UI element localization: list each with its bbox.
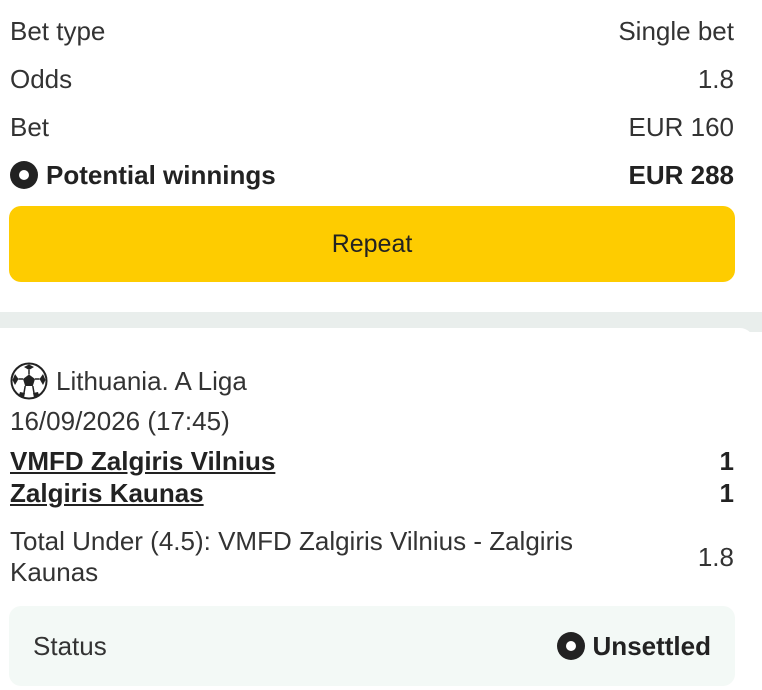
bet-amount-value: EUR 160 <box>628 111 735 142</box>
potential-winnings-value: EUR 288 <box>628 159 735 190</box>
bet-type-label: Bet type <box>10 15 106 46</box>
bet-amount-row: Bet EUR 160 <box>10 110 734 144</box>
soccer-ball-icon <box>10 362 48 400</box>
league-name: Lithuania. A Liga <box>56 365 247 396</box>
event-datetime: 16/09/2026 (17:45) <box>10 406 230 436</box>
potential-winnings-label-group: Potential winnings <box>10 160 276 191</box>
bet-summary: Bet type Single bet Odds 1.8 Bet EUR 160… <box>0 0 762 312</box>
radio-dot-icon <box>556 632 585 660</box>
odds-row: Odds 1.8 <box>10 62 734 96</box>
radio-dot-icon <box>10 161 38 189</box>
bet-amount-label: Bet <box>10 111 50 142</box>
team-row-away: Zalgiris Kaunas 1 <box>10 478 734 509</box>
away-team-score: 1 <box>719 478 734 508</box>
home-team-link[interactable]: VMFD Zalgiris Vilnius <box>10 446 275 477</box>
team-row-home: VMFD Zalgiris Vilnius 1 <box>10 446 734 477</box>
bet-type-row: Bet type Single bet <box>10 14 734 48</box>
repeat-button[interactable]: Repeat <box>9 206 735 282</box>
status-value: Unsettled <box>592 630 711 661</box>
bet-type-value: Single bet <box>618 15 734 46</box>
status-value-group: Unsettled <box>556 630 711 662</box>
market-description: Total Under (4.5): VMFD Zalgiris Vilnius… <box>10 526 573 587</box>
odds-label: Odds <box>10 63 73 94</box>
status-label: Status <box>33 630 107 661</box>
away-team-link[interactable]: Zalgiris Kaunas <box>10 478 204 509</box>
market-odds: 1.8 <box>697 541 734 572</box>
potential-winnings-row: Potential winnings EUR 288 <box>10 158 734 192</box>
status-panel: Status Unsettled <box>9 606 735 686</box>
market-row: Total Under (4.5): VMFD Zalgiris Vilnius… <box>10 526 734 588</box>
odds-value: 1.8 <box>697 63 734 94</box>
home-team-score: 1 <box>719 446 734 476</box>
league-header: Lithuania. A Liga <box>10 362 247 400</box>
potential-winnings-label: Potential winnings <box>46 159 276 190</box>
